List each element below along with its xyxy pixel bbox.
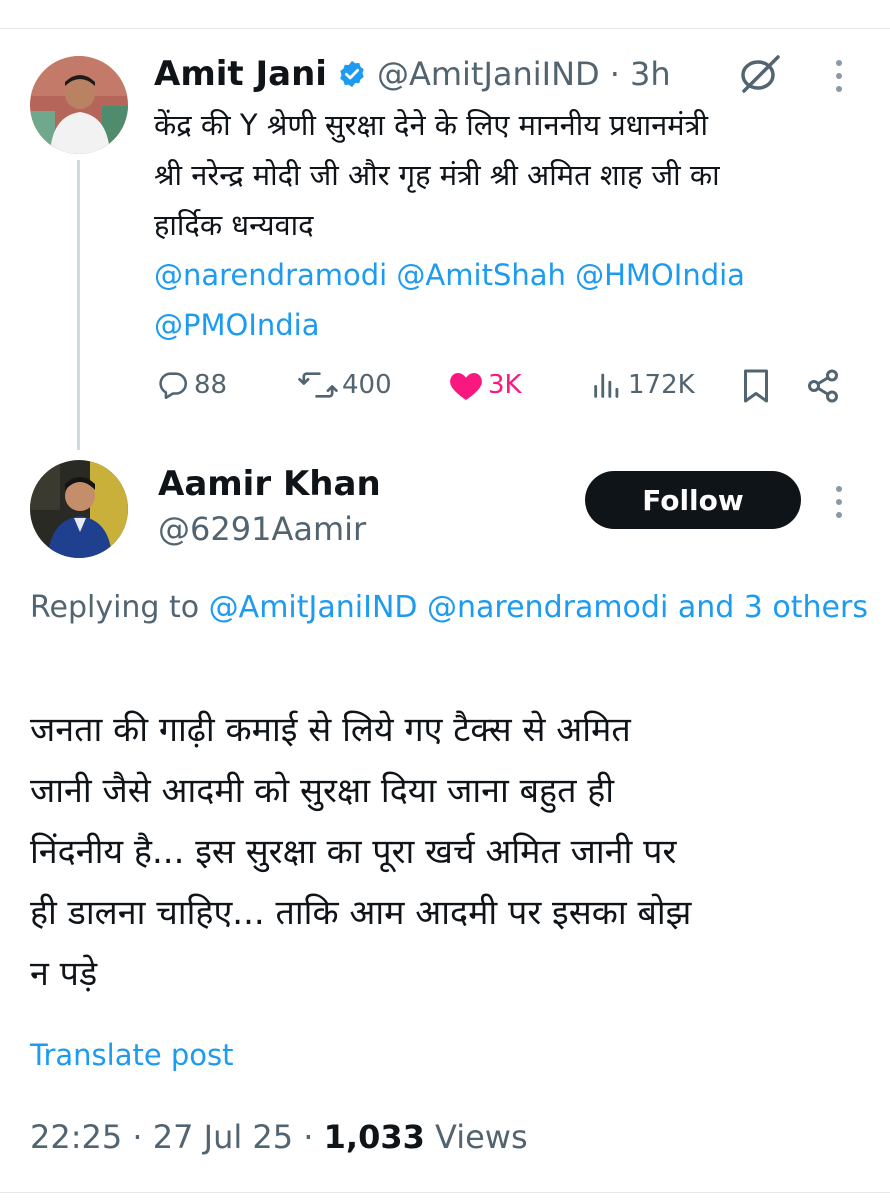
parent-tweet-header: Amit Jani @AmitJaniIND · 3h <box>154 52 671 96</box>
reply-count: 88 <box>194 370 228 400</box>
thread-line <box>77 160 80 450</box>
reply-text: जनता की गाढ़ी कमाई से लिये गए टैक्स से अ… <box>30 700 870 1005</box>
text-line: श्री नरेन्द्र मोदी जी और गृह मंत्री श्री… <box>154 158 720 192</box>
bookmark-icon[interactable] <box>740 368 772 408</box>
bottom-divider <box>0 1192 890 1193</box>
follow-button[interactable]: Follow <box>585 471 801 529</box>
post-timestamp[interactable]: 22:25 · 27 Jul 25 · <box>30 1118 324 1156</box>
post-views-label: Views <box>424 1118 528 1156</box>
parent-tweet-text: केंद्र की Y श्रेणी सुरक्षा देने के लिए म… <box>154 100 870 350</box>
translate-post-link[interactable]: Translate post <box>30 1038 234 1072</box>
text-line: जनता की गाढ़ी कमाई से लिये गए टैक्स से अ… <box>30 710 631 750</box>
text-line: न पड़े <box>30 954 98 994</box>
share-icon[interactable] <box>804 368 842 408</box>
top-divider <box>0 28 890 29</box>
reply-author-name[interactable]: Aamir Khan <box>158 464 381 504</box>
author-handle[interactable]: @AmitJaniIND <box>377 55 600 93</box>
post-meta: 22:25 · 27 Jul 25 · 1,033 Views <box>30 1118 528 1156</box>
reply-more-icon[interactable] <box>832 484 846 520</box>
tweet-time[interactable]: · 3h <box>610 55 671 93</box>
repost-metric[interactable]: 400 <box>298 368 392 402</box>
reply-metric[interactable]: 88 <box>156 368 227 402</box>
mention-line[interactable]: @PMOIndia <box>154 300 870 350</box>
replying-prefix: Replying to <box>30 590 209 625</box>
like-count: 3K <box>488 370 522 400</box>
avatar-aamir-khan[interactable] <box>30 460 128 558</box>
views-metric[interactable]: 172K <box>590 368 695 402</box>
author-name[interactable]: Amit Jani <box>154 54 327 94</box>
verified-badge-icon <box>337 59 367 89</box>
text-line: हार्दिक धन्यवाद <box>154 208 314 242</box>
post-views-count: 1,033 <box>323 1118 425 1156</box>
like-metric[interactable]: 3K <box>448 368 522 402</box>
avatar-amit-jani[interactable] <box>30 56 128 154</box>
mention-line[interactable]: @narendramodi @AmitShah @HMOIndia <box>154 250 870 300</box>
reply-icon <box>156 368 190 402</box>
text-line: केंद्र की Y श्रेणी सुरक्षा देने के लिए म… <box>154 108 709 142</box>
replying-and: and <box>668 590 744 625</box>
replying-mentions[interactable]: @AmitJaniIND @narendramodi <box>209 590 669 625</box>
views-count: 172K <box>628 370 695 400</box>
text-line: ही डालना चाहिए... ताकि आम आदमी पर इसका ब… <box>30 893 692 933</box>
replying-others[interactable]: 3 others <box>744 590 868 625</box>
repost-icon <box>298 368 338 402</box>
text-line: निंदनीय है... इस सुरक्षा का पूरा खर्च अम… <box>30 832 677 872</box>
repost-count: 400 <box>342 370 392 400</box>
replying-to: Replying to @AmitJaniIND @narendramodi a… <box>30 582 870 634</box>
grok-icon[interactable] <box>738 54 782 98</box>
heart-icon <box>448 368 484 402</box>
views-icon <box>590 368 624 402</box>
reply-author-handle[interactable]: @6291Aamir <box>158 510 366 548</box>
more-icon[interactable] <box>832 58 846 94</box>
text-line: जानी जैसे आदमी को सुरक्षा दिया जाना बहुत… <box>30 771 615 811</box>
